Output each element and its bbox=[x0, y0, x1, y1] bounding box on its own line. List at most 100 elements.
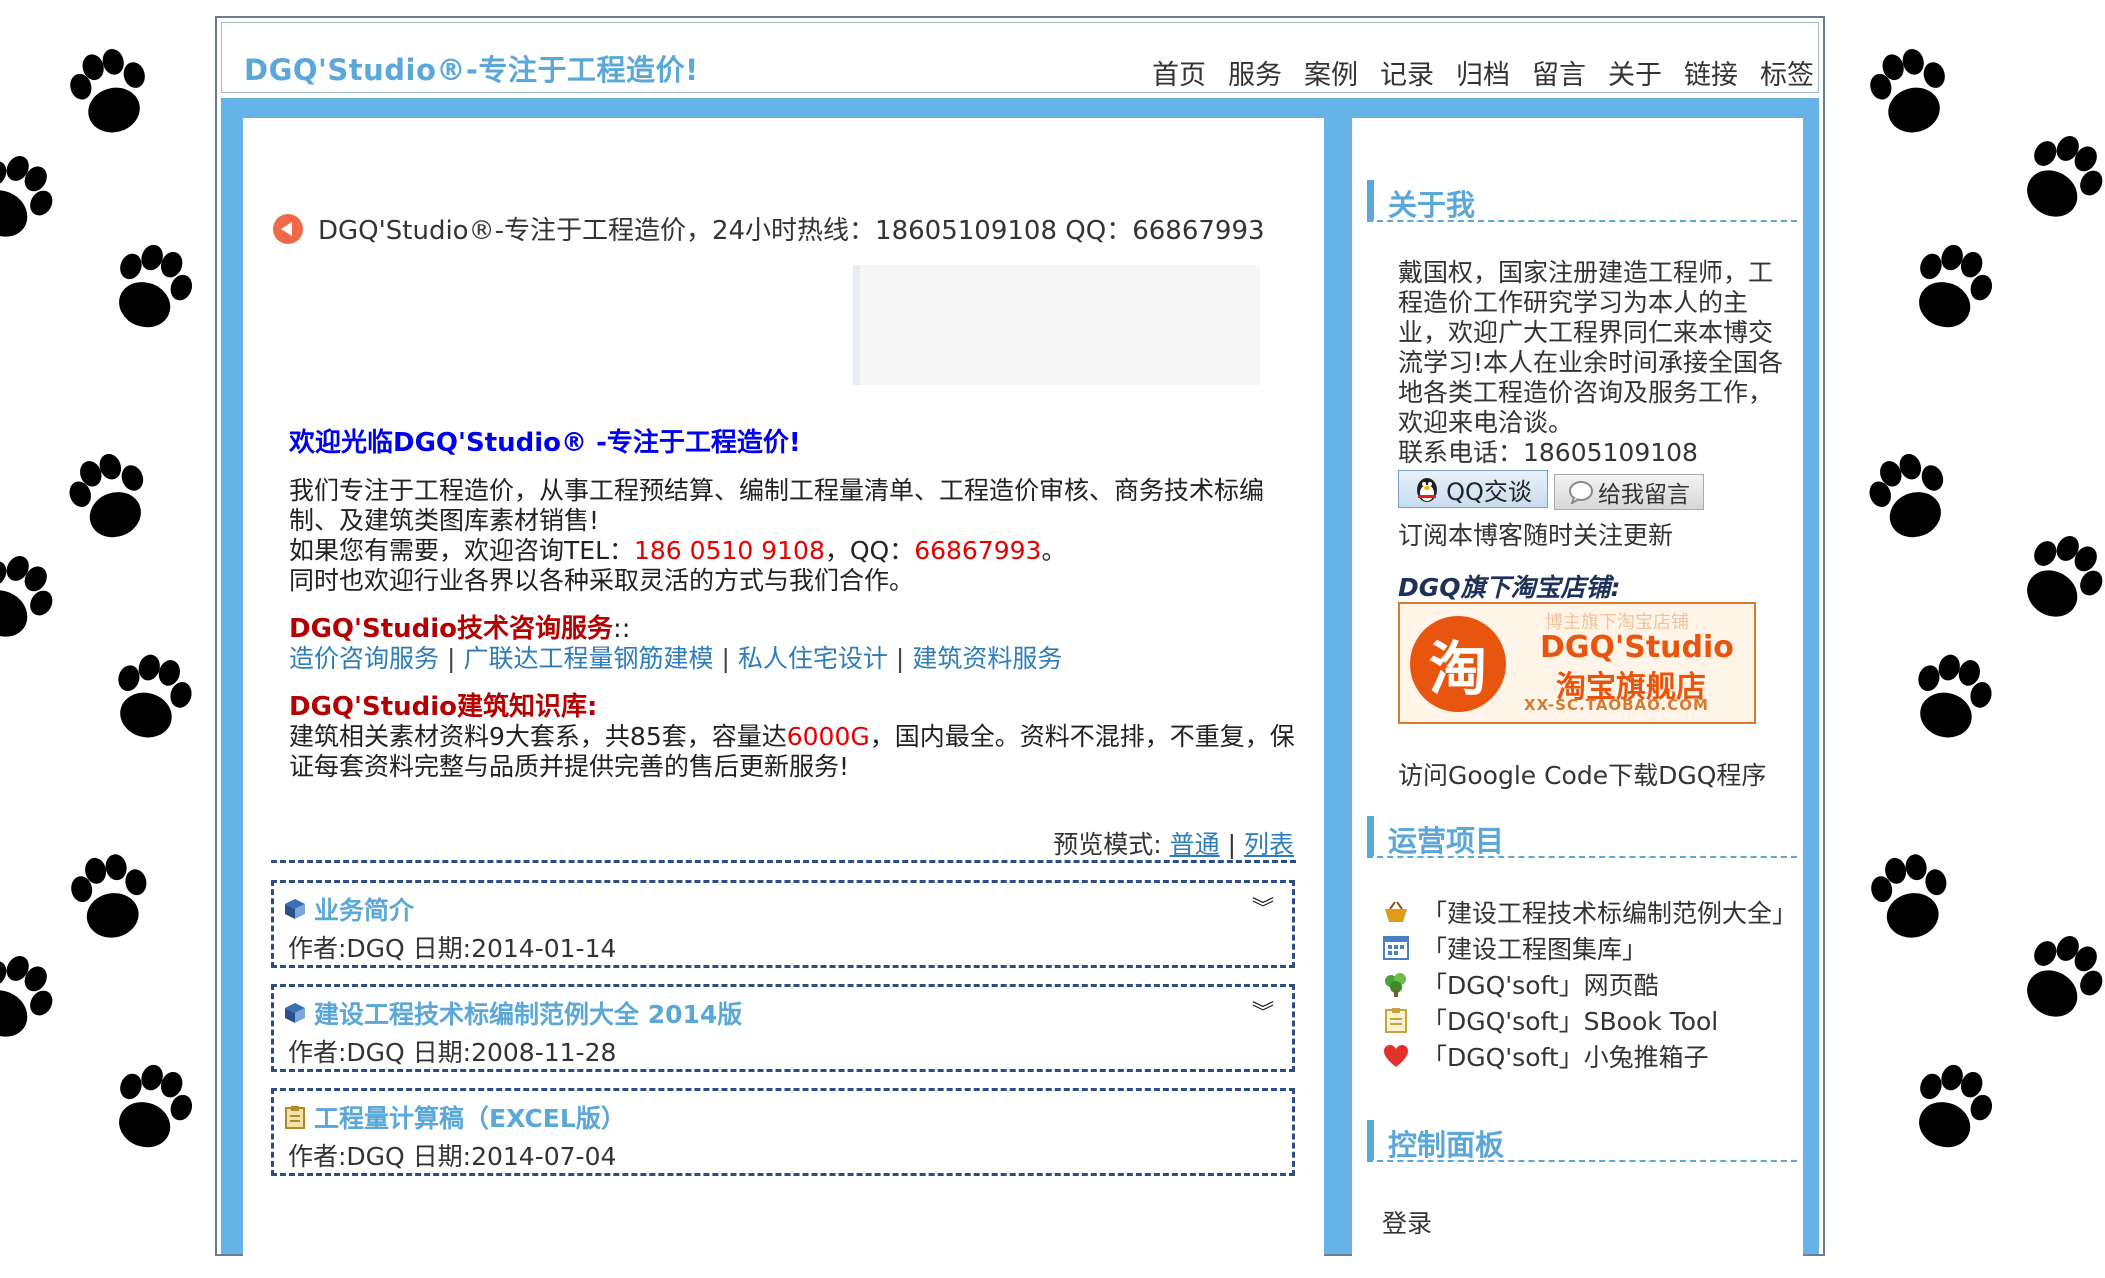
kb-size: 6000G bbox=[786, 722, 870, 751]
intro-line3: 同时也欢迎行业各界以各种采取灵活的方式与我们合作。 bbox=[289, 566, 915, 595]
nav-archive[interactable]: 归档 bbox=[1456, 53, 1510, 92]
shop-brand: DGQ'Studio bbox=[1540, 630, 1734, 665]
projects-list: 「建设工程技术标编制范例大全」 「建设工程图集库」 「DGQ'soft」网页酷 … bbox=[1382, 894, 1797, 1074]
nav-home[interactable]: 首页 bbox=[1152, 53, 1206, 92]
control-panel-title: 控制面板 bbox=[1388, 1128, 1505, 1162]
qq-chat-button[interactable]: QQ交谈 bbox=[1398, 470, 1548, 508]
subscribe-link[interactable]: 订阅本博客随时关注更新 bbox=[1398, 516, 1673, 552]
post-title-link[interactable]: 建设工程技术标编制范例大全 2014版 bbox=[282, 995, 742, 1031]
login-link[interactable]: 登录 bbox=[1382, 1204, 1432, 1240]
leave-message-label: 给我留言 bbox=[1598, 482, 1690, 508]
post-item: 业务简介 作者:DGQ 日期:2014-01-14 ︾ bbox=[271, 880, 1295, 968]
about-text: 戴国权，国家注册建造工程师，工程造价工作研究学习为本人的主业，欢迎广大工程界同仁… bbox=[1398, 258, 1788, 468]
post-meta: 作者:DGQ 日期:2008-11-28 bbox=[288, 1038, 617, 1067]
project-item[interactable]: 「DGQ'soft」网页酷 bbox=[1382, 966, 1797, 1002]
preview-label: 预览模式: bbox=[1053, 830, 1162, 859]
projects-heading: 运营项目 bbox=[1367, 816, 1797, 858]
clipboard-icon bbox=[285, 1106, 305, 1129]
about-description: 戴国权，国家注册建造工程师，工程造价工作研究学习为本人的主业，欢迎广大工程界同仁… bbox=[1398, 258, 1784, 437]
welcome-heading: 欢迎光临DGQ'Studio® -专注于工程造价! bbox=[289, 428, 801, 458]
heart-icon bbox=[1384, 1045, 1408, 1067]
post-item: 建设工程技术标编制范例大全 2014版 作者:DGQ 日期:2008-11-28… bbox=[271, 984, 1295, 1072]
google-code-link[interactable]: 访问Google Code下载DGQ程序 bbox=[1398, 756, 1766, 792]
nav-tags[interactable]: 标签 bbox=[1760, 53, 1814, 92]
taobao-logo-icon: 淘 bbox=[1410, 616, 1506, 712]
calendar-grid-icon bbox=[1383, 936, 1409, 960]
preview-list-link[interactable]: 列表 bbox=[1244, 830, 1294, 859]
leave-message-button[interactable]: 给我留言 bbox=[1554, 474, 1704, 510]
main-content: DGQ'Studio®-专注于工程造价，24小时热线：18605109108 Q… bbox=[243, 118, 1324, 1278]
contact-tel: 186 0510 9108 bbox=[634, 536, 825, 565]
nav-links[interactable]: 链接 bbox=[1684, 53, 1738, 92]
contact-prefix: 如果您有需要，欢迎咨询TEL： bbox=[289, 536, 634, 565]
site-header: DGQ'Studio®-专注于工程造价! 首页 服务 案例 记录 归档 留言 关… bbox=[221, 22, 1819, 93]
book-icon bbox=[285, 899, 305, 919]
intro-line1: 我们专注于工程造价，从事工程预结算、编制工程量清单、工程造价审核、商务技术标编制… bbox=[289, 476, 1265, 535]
nav-about[interactable]: 关于 bbox=[1608, 53, 1662, 92]
announcement-text: DGQ'Studio®-专注于工程造价，24小时热线：18605109108 Q… bbox=[318, 216, 1265, 246]
intro-contact-line: 如果您有需要，欢迎咨询TEL：186 0510 9108，QQ：66867993… bbox=[271, 536, 1301, 566]
project-label: 「DGQ'soft」小兔推箱子 bbox=[1422, 1043, 1709, 1072]
service-links: 造价咨询服务 | 广联达工程量钢筋建模 | 私人住宅设计 | 建筑资料服务 bbox=[289, 644, 1063, 673]
contact-suffix: 。 bbox=[1041, 536, 1067, 565]
page-wrapper: DGQ'Studio®-专注于工程造价! 首页 服务 案例 记录 归档 留言 关… bbox=[215, 16, 1825, 1278]
clipboard-icon bbox=[1385, 1008, 1407, 1033]
expand-toggle-icon[interactable]: ︾ bbox=[1252, 891, 1274, 923]
expand-toggle-icon[interactable]: ︾ bbox=[1252, 995, 1274, 1027]
kb-text: 建筑相关素材资料9大套系，共85套，容量达6000G，国内最全。资料不混排，不重… bbox=[271, 722, 1301, 782]
preview-normal-link[interactable]: 普通 bbox=[1170, 830, 1220, 859]
contact-mid: ，QQ： bbox=[824, 536, 915, 565]
speaker-icon bbox=[273, 213, 303, 244]
taobao-shop-banner[interactable]: 淘 博主旗下淘宝店铺 DGQ'Studio 淘宝旗舰店 XX-SC.TAOBAO… bbox=[1398, 602, 1756, 724]
contact-buttons: QQ交谈 给我留言 bbox=[1398, 470, 1704, 510]
nav-services[interactable]: 服务 bbox=[1228, 53, 1282, 92]
about-phone: 联系电话：18605109108 bbox=[1398, 438, 1698, 467]
project-item[interactable]: 「建设工程图集库」 bbox=[1382, 930, 1797, 966]
qq-chat-label: QQ交谈 bbox=[1446, 477, 1532, 506]
plant-icon bbox=[1385, 973, 1406, 997]
project-label: 「建设工程图集库」 bbox=[1422, 935, 1648, 964]
preview-mode: 预览模式: 普通 | 列表 bbox=[1053, 825, 1294, 861]
service-link-modeling[interactable]: 广联达工程量钢筋建模 bbox=[463, 644, 713, 673]
section-divider bbox=[271, 860, 1296, 863]
post-title: 业务简介 bbox=[314, 896, 415, 925]
site-title[interactable]: DGQ'Studio®-专注于工程造价! bbox=[244, 47, 699, 89]
post-meta: 作者:DGQ 日期:2014-07-04 bbox=[288, 1142, 617, 1171]
kb-heading: DGQ'Studio建筑知识库: bbox=[289, 692, 598, 722]
post-title: 工程量计算稿（EXCEL版） bbox=[314, 1104, 626, 1133]
project-label: 「DGQ'soft」SBook Tool bbox=[1422, 1007, 1719, 1036]
taobao-heading: DGQ旗下淘宝店铺: bbox=[1398, 573, 1621, 602]
post-title-link[interactable]: 工程量计算稿（EXCEL版） bbox=[282, 1099, 626, 1135]
contact-qq: 66867993 bbox=[914, 536, 1042, 565]
service-link-cost[interactable]: 造价咨询服务 bbox=[289, 644, 439, 673]
nav-records[interactable]: 记录 bbox=[1380, 53, 1434, 92]
control-panel-heading: 控制面板 bbox=[1367, 1120, 1797, 1162]
shop-url: XX-SC.TAOBAO.COM bbox=[1524, 696, 1709, 714]
project-item[interactable]: 「建设工程技术标编制范例大全」 bbox=[1382, 894, 1797, 930]
main-nav: 首页 服务 案例 记录 归档 留言 关于 链接 标签 bbox=[1130, 53, 1814, 92]
post-meta: 作者:DGQ 日期:2014-01-14 bbox=[288, 934, 617, 963]
nav-guestbook[interactable]: 留言 bbox=[1532, 53, 1586, 92]
service-link-residential[interactable]: 私人住宅设计 bbox=[738, 644, 888, 673]
about-title: 关于我 bbox=[1388, 188, 1476, 222]
project-label: 「DGQ'soft」网页酷 bbox=[1422, 971, 1659, 1000]
penguin-icon bbox=[1417, 478, 1438, 502]
book-icon bbox=[285, 1003, 305, 1023]
post-title: 建设工程技术标编制范例大全 2014版 bbox=[314, 1000, 743, 1029]
projects-title: 运营项目 bbox=[1388, 824, 1505, 858]
intro-section: 欢迎光临DGQ'Studio® -专注于工程造价! 我们专注于工程造价，从事工程… bbox=[271, 428, 1301, 782]
basket-icon bbox=[1385, 901, 1407, 922]
post-title-link[interactable]: 业务简介 bbox=[282, 891, 414, 927]
kb-prefix: 建筑相关素材资料9大套系，共85套，容量达 bbox=[289, 722, 787, 751]
ad-placeholder bbox=[853, 265, 1260, 385]
preview-separator: | bbox=[1227, 830, 1237, 859]
service-colon: :: bbox=[613, 614, 631, 644]
project-item[interactable]: 「DGQ'soft」SBook Tool bbox=[1382, 1002, 1797, 1038]
service-link-docs[interactable]: 建筑资料服务 bbox=[912, 644, 1062, 673]
project-item[interactable]: 「DGQ'soft」小兔推箱子 bbox=[1382, 1038, 1797, 1074]
service-title: DGQ'Studio技术咨询服务 bbox=[289, 614, 614, 644]
announcement: DGQ'Studio®-专注于工程造价，24小时热线：18605109108 Q… bbox=[273, 210, 1265, 247]
sidebar: 关于我 戴国权，国家注册建造工程师，工程造价工作研究学习为本人的主业，欢迎广大工… bbox=[1352, 118, 1803, 1278]
post-item: 工程量计算稿（EXCEL版） 作者:DGQ 日期:2014-07-04 bbox=[271, 1088, 1295, 1176]
nav-cases[interactable]: 案例 bbox=[1304, 53, 1358, 92]
